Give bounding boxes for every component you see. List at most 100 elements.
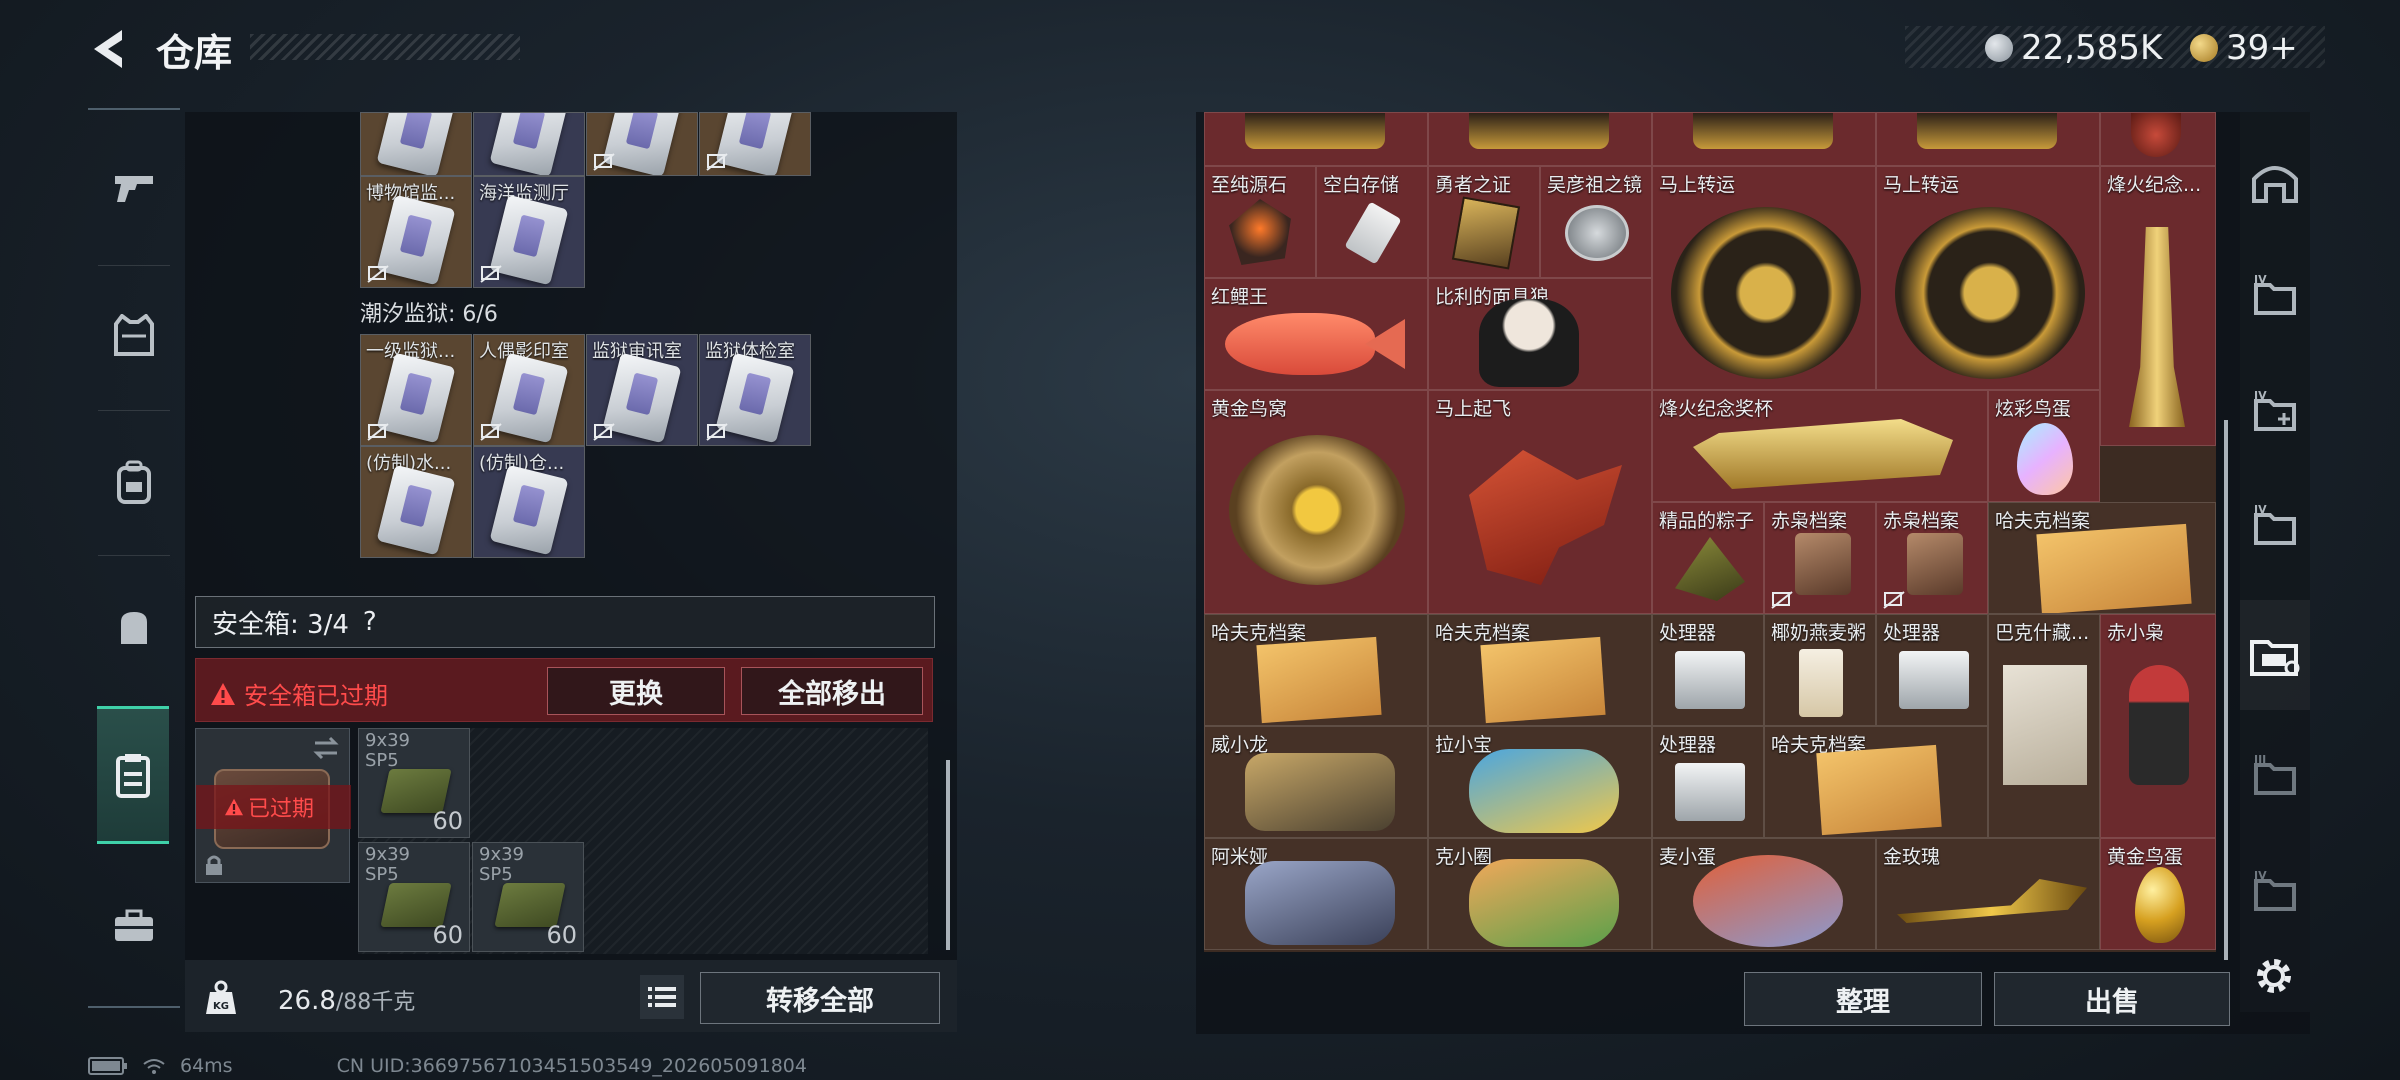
item-cell[interactable]: 烽火纪念奖杯 <box>1652 390 1988 502</box>
koi-fish-icon <box>1225 313 1375 375</box>
item-cell-partial[interactable] <box>1204 112 1428 166</box>
hafcoin-display[interactable]: 22,585K <box>1985 28 2162 68</box>
list-view-button[interactable] <box>640 975 684 1019</box>
rail-toolbox[interactable] <box>88 858 180 994</box>
item-cell-partial[interactable] <box>1876 112 2100 166</box>
item-cell[interactable]: 哈夫克档案 <box>1428 614 1652 726</box>
hafcoin-icon <box>1985 34 2013 62</box>
item-cell-partial[interactable] <box>699 112 811 176</box>
sell-button[interactable]: 出售 <box>1994 972 2230 1026</box>
item-cell[interactable]: 红鲤王 <box>1204 278 1428 390</box>
item-cell-partial[interactable] <box>473 112 585 176</box>
ammo-cell[interactable]: 9x39 SP5 60 <box>358 842 470 952</box>
item-cell[interactable]: 马上起飞 <box>1428 390 1652 614</box>
item-cell[interactable]: 空白存储 <box>1316 166 1428 278</box>
item-label: 勇者之证 <box>1435 174 1512 196</box>
item-cell[interactable]: 赤枭档案 <box>1876 502 1988 614</box>
item-cell[interactable]: 阿米娅 <box>1204 838 1428 950</box>
item-label: 黄金鸟窝 <box>1211 398 1288 420</box>
rail-pouch[interactable] <box>88 560 180 696</box>
unavailable-icon <box>1771 591 1793 609</box>
token-display[interactable]: 39+ <box>2190 28 2298 68</box>
item-cell[interactable]: 处理器 <box>1652 726 1764 838</box>
item-cell[interactable]: 金玫瑰 <box>1876 838 2100 950</box>
ammo-cell[interactable]: 9x39 SP5 60 <box>472 842 584 952</box>
item-cell[interactable]: 赤小枭 <box>2100 614 2216 838</box>
settings-button[interactable] <box>2252 954 2296 1002</box>
item-cell[interactable]: 椰奶燕麦粥 <box>1764 614 1876 726</box>
item-cell-partial[interactable] <box>586 112 698 176</box>
unavailable-icon <box>593 153 615 171</box>
keycard-cell[interactable]: 人偶影印室 <box>473 334 585 446</box>
sort-button[interactable]: 整理 <box>1744 972 1982 1026</box>
item-cell-partial[interactable] <box>1652 112 1876 166</box>
item-cell[interactable]: 黄金鸟窝 <box>1204 390 1428 614</box>
processor-icon <box>1675 651 1745 709</box>
item-label: 赤枭档案 <box>1883 510 1960 532</box>
item-cell[interactable]: 威小龙 <box>1204 726 1428 838</box>
token-amount: 39+ <box>2226 28 2298 68</box>
move-all-out-button[interactable]: 全部移出 <box>741 667 923 715</box>
list-icon <box>648 987 676 1007</box>
item-cell[interactable]: 炫彩鸟蛋 <box>1988 390 2100 502</box>
item-cell[interactable]: 麦小蛋 <box>1652 838 1876 950</box>
item-cell[interactable]: 比利的面具狼 <box>1428 278 1652 390</box>
replace-button[interactable]: 更换 <box>547 667 725 715</box>
item-cell[interactable]: 拉小宝 <box>1428 726 1652 838</box>
item-cell-partial[interactable] <box>2100 112 2216 166</box>
item-cell-partial[interactable] <box>360 112 472 176</box>
left-scrollbar[interactable] <box>946 760 950 950</box>
keycard-cell[interactable]: 监狱审讯室 <box>586 334 698 446</box>
item-cell[interactable]: 勇者之证 <box>1428 166 1540 278</box>
tab-storage-iv-4[interactable]: IV <box>2240 836 2310 946</box>
usb-drive-icon <box>1344 201 1402 265</box>
keycard-cell[interactable]: 一级监狱... <box>360 334 472 446</box>
item-cell[interactable]: 赤枭档案 <box>1764 502 1876 614</box>
safebox-slot[interactable]: 已过期 <box>195 728 351 883</box>
svg-text:IV: IV <box>2254 273 2267 286</box>
rail-safebox[interactable] <box>97 706 169 844</box>
tab-storage-iv-2[interactable]: IV <box>2240 356 2310 466</box>
item-cell[interactable]: 烽火纪念... <box>2100 166 2216 446</box>
rail-backpack[interactable] <box>88 414 180 550</box>
tab-storage-iii[interactable]: III <box>2240 720 2310 830</box>
item-cell[interactable]: 马上转运 <box>1652 166 1876 390</box>
oat-porridge-icon <box>1799 649 1843 717</box>
tab-storage-iv-1[interactable]: IV <box>2240 240 2310 350</box>
item-cell[interactable]: 吴彦祖之镜 <box>1540 166 1652 278</box>
keycard-cell[interactable]: (仿制)水... <box>360 446 472 558</box>
back-button[interactable] <box>86 26 132 72</box>
access-card-icon <box>376 464 456 556</box>
toolbox-icon <box>115 909 153 941</box>
item-cell[interactable]: 处理器 <box>1876 614 1988 726</box>
item-cell[interactable]: 黄金鸟蛋 <box>2100 838 2216 950</box>
rail-weapons[interactable] <box>88 120 180 256</box>
item-cell[interactable]: 处理器 <box>1652 614 1764 726</box>
help-icon[interactable]: ? <box>363 607 377 637</box>
keycard-cell[interactable]: (仿制)仓... <box>473 446 585 558</box>
keycard-cell[interactable]: 海洋监测厅 <box>473 176 585 288</box>
figure-icon <box>1469 859 1619 947</box>
item-label: 处理器 <box>1659 622 1717 644</box>
tab-storage-iv-3[interactable]: IV <box>2240 470 2310 580</box>
title-decoration <box>250 34 520 60</box>
tab-collection[interactable] <box>2240 600 2310 710</box>
item-cell[interactable]: 哈夫克档案 <box>1204 614 1428 726</box>
item-cell[interactable]: 哈夫克档案 <box>1988 502 2216 614</box>
item-cell[interactable]: 哈夫克档案 <box>1764 726 1988 838</box>
swap-icon[interactable] <box>311 735 341 761</box>
ammo-cell[interactable]: 9x39 SP5 60 <box>358 728 470 838</box>
tab-shelter[interactable] <box>2240 126 2310 236</box>
item-cell[interactable]: 精品的粽子 <box>1652 502 1764 614</box>
item-cell[interactable]: 巴克什藏... <box>1988 614 2100 838</box>
transfer-all-button[interactable]: 转移全部 <box>700 972 940 1024</box>
item-cell-partial[interactable] <box>1428 112 1652 166</box>
item-cell[interactable]: 马上转运 <box>1876 166 2100 390</box>
item-cell[interactable]: 至纯源石 <box>1204 166 1316 278</box>
battery-icon <box>88 1057 127 1075</box>
keycard-cell[interactable]: 博物馆监... <box>360 176 472 288</box>
rail-armor[interactable] <box>88 268 180 404</box>
item-cell[interactable]: 克小圈 <box>1428 838 1652 950</box>
keycard-cell[interactable]: 监狱体检室 <box>699 334 811 446</box>
right-scrollbar[interactable] <box>2224 420 2228 960</box>
